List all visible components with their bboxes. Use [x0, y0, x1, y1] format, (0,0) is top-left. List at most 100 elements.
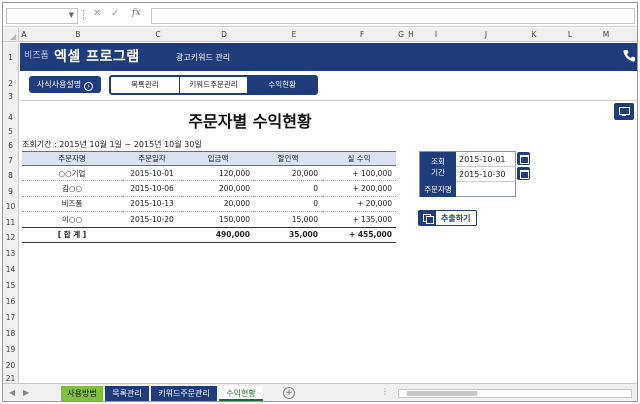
cell-date[interactable]: 2015-10-13: [122, 196, 182, 213]
program-banner: 비즈폼 엑셀 프로그램 광고키워드 관리: [20, 43, 637, 71]
menu-tabs: 목록관리 키워드주문관리 수익현황: [109, 75, 318, 95]
calendar-icon[interactable]: [517, 167, 530, 180]
header-deposit: 입금액: [182, 151, 254, 166]
enter-icon[interactable]: ✓: [111, 8, 119, 19]
cell-net[interactable]: + 135,000: [322, 211, 396, 228]
column-a[interactable]: A: [20, 30, 28, 39]
cell-deposit[interactable]: 120,000: [182, 165, 254, 182]
row-2[interactable]: 2: [3, 79, 18, 88]
cell-net[interactable]: + 20,000: [322, 196, 396, 213]
cell-net[interactable]: + 200,000: [322, 180, 396, 197]
orderer-field[interactable]: [456, 182, 516, 197]
row-7[interactable]: 7: [3, 156, 18, 165]
select-all-corner[interactable]: [3, 28, 19, 42]
row-19[interactable]: 19: [3, 345, 18, 354]
column-g[interactable]: G: [396, 30, 406, 39]
column-h[interactable]: H: [406, 30, 416, 39]
cell-deposit[interactable]: 200,000: [182, 180, 254, 197]
cell-orderer[interactable]: 이○○: [22, 211, 122, 228]
formula-input[interactable]: [151, 8, 635, 24]
sheet-tab-usage[interactable]: 사용방법: [61, 386, 103, 401]
cell-date[interactable]: 2015-10-06: [122, 180, 182, 197]
column-k[interactable]: K: [516, 30, 552, 39]
divider: [20, 100, 637, 101]
more-icon[interactable]: ⋮: [381, 387, 389, 396]
start-date-field[interactable]: 2015-10-01: [456, 152, 516, 167]
column-l[interactable]: L: [552, 30, 588, 39]
row-9[interactable]: 9: [3, 187, 18, 196]
cell-orderer[interactable]: 김○○: [22, 180, 122, 197]
extract-button-label: 추출하기: [441, 214, 471, 223]
column-c[interactable]: C: [128, 30, 188, 39]
row-6[interactable]: 6: [3, 141, 18, 150]
sheet-tab-revenue[interactable]: 수익현황: [219, 386, 263, 401]
cancel-icon[interactable]: ✕: [93, 8, 101, 19]
column-d[interactable]: D: [188, 30, 260, 39]
sheet-tab-list[interactable]: 목록관리: [105, 386, 149, 401]
horizontal-scrollbar[interactable]: [398, 389, 632, 398]
row-14[interactable]: 14: [3, 265, 18, 274]
column-f[interactable]: F: [328, 30, 396, 39]
fx-icon[interactable]: fx: [132, 8, 140, 18]
cell-discount[interactable]: 15,000: [254, 211, 322, 228]
row-20[interactable]: 20: [3, 361, 18, 370]
row-1[interactable]: 1: [3, 53, 18, 62]
monitor-icon[interactable]: [614, 103, 634, 120]
cell-deposit[interactable]: 150,000: [182, 211, 254, 228]
row-13[interactable]: 13: [3, 249, 18, 258]
prev-sheet-icon[interactable]: ◀: [9, 388, 15, 397]
cell-discount[interactable]: 0: [254, 180, 322, 197]
copy-icon: [419, 211, 436, 225]
row-11[interactable]: 11: [3, 218, 18, 227]
total-deposit[interactable]: 490,000: [182, 226, 254, 243]
name-box[interactable]: ▼: [6, 8, 78, 24]
cell-orderer[interactable]: 비즈폼: [22, 196, 122, 213]
total-label[interactable]: [ 합 계 ]: [22, 226, 122, 243]
add-sheet-icon[interactable]: +: [283, 387, 295, 399]
row-10[interactable]: 10: [3, 202, 18, 211]
row-header: 1 2 3 4 5 6 7 8 9 10 11 12 13 14 15 16 1…: [3, 43, 19, 383]
cell-date[interactable]: 2015-10-20: [122, 211, 182, 228]
column-j[interactable]: J: [456, 30, 516, 39]
cell-date[interactable]: 2015-10-01: [122, 165, 182, 182]
cell-deposit[interactable]: 20,000: [182, 196, 254, 213]
extract-button[interactable]: 추출하기: [418, 210, 477, 226]
row-3[interactable]: 3: [3, 92, 18, 101]
total-date[interactable]: [122, 226, 182, 243]
cell-discount[interactable]: 0: [254, 196, 322, 213]
column-b[interactable]: B: [28, 30, 128, 39]
bizforms-logo: 비즈폼: [24, 51, 49, 61]
row-4[interactable]: 4: [3, 113, 18, 122]
cell-net[interactable]: + 100,000: [322, 165, 396, 182]
tab-keyword-orders[interactable]: 키워드주문관리: [180, 77, 249, 93]
row-18[interactable]: 18: [3, 329, 18, 338]
tab-revenue-status[interactable]: 수익현황: [248, 77, 317, 93]
manual-button[interactable]: 사식사용설명 ›: [29, 76, 101, 93]
column-i[interactable]: I: [416, 30, 456, 39]
scrollbar-thumb[interactable]: [407, 391, 477, 396]
calendar-icon[interactable]: [517, 152, 530, 165]
row-15[interactable]: 15: [3, 281, 18, 290]
program-title: 엑셀 프로그램: [54, 49, 140, 65]
tab-list-management[interactable]: 목록관리: [111, 77, 180, 93]
phone-icon[interactable]: [623, 49, 635, 63]
total-discount[interactable]: 35,000: [254, 226, 322, 243]
row-5[interactable]: 5: [3, 127, 18, 136]
row-21[interactable]: 21: [3, 374, 18, 383]
row-16[interactable]: 16: [3, 297, 18, 306]
cell-orderer[interactable]: ○○기업: [22, 165, 122, 182]
row-8[interactable]: 8: [3, 171, 18, 180]
chevron-down-icon[interactable]: ▼: [69, 11, 74, 19]
total-net[interactable]: + 455,000: [322, 226, 396, 243]
period-text: 조회기간 : 2015년 10월 1일 ~ 2015년 10월 30일: [22, 140, 202, 149]
row-12[interactable]: 12: [3, 233, 18, 242]
end-date-field[interactable]: 2015-10-30: [456, 167, 516, 182]
sheet-tab-keyword[interactable]: 키워드주문관리: [151, 386, 217, 401]
next-sheet-icon[interactable]: ▶: [23, 388, 29, 397]
cell-discount[interactable]: 20,000: [254, 165, 322, 182]
column-m[interactable]: M: [588, 30, 624, 39]
column-e[interactable]: E: [260, 30, 328, 39]
table-row: ○○기업 2015-10-01 120,000 20,000 + 100,000: [22, 165, 396, 182]
row-17[interactable]: 17: [3, 313, 18, 322]
program-subtitle: 광고키워드 관리: [176, 53, 231, 62]
